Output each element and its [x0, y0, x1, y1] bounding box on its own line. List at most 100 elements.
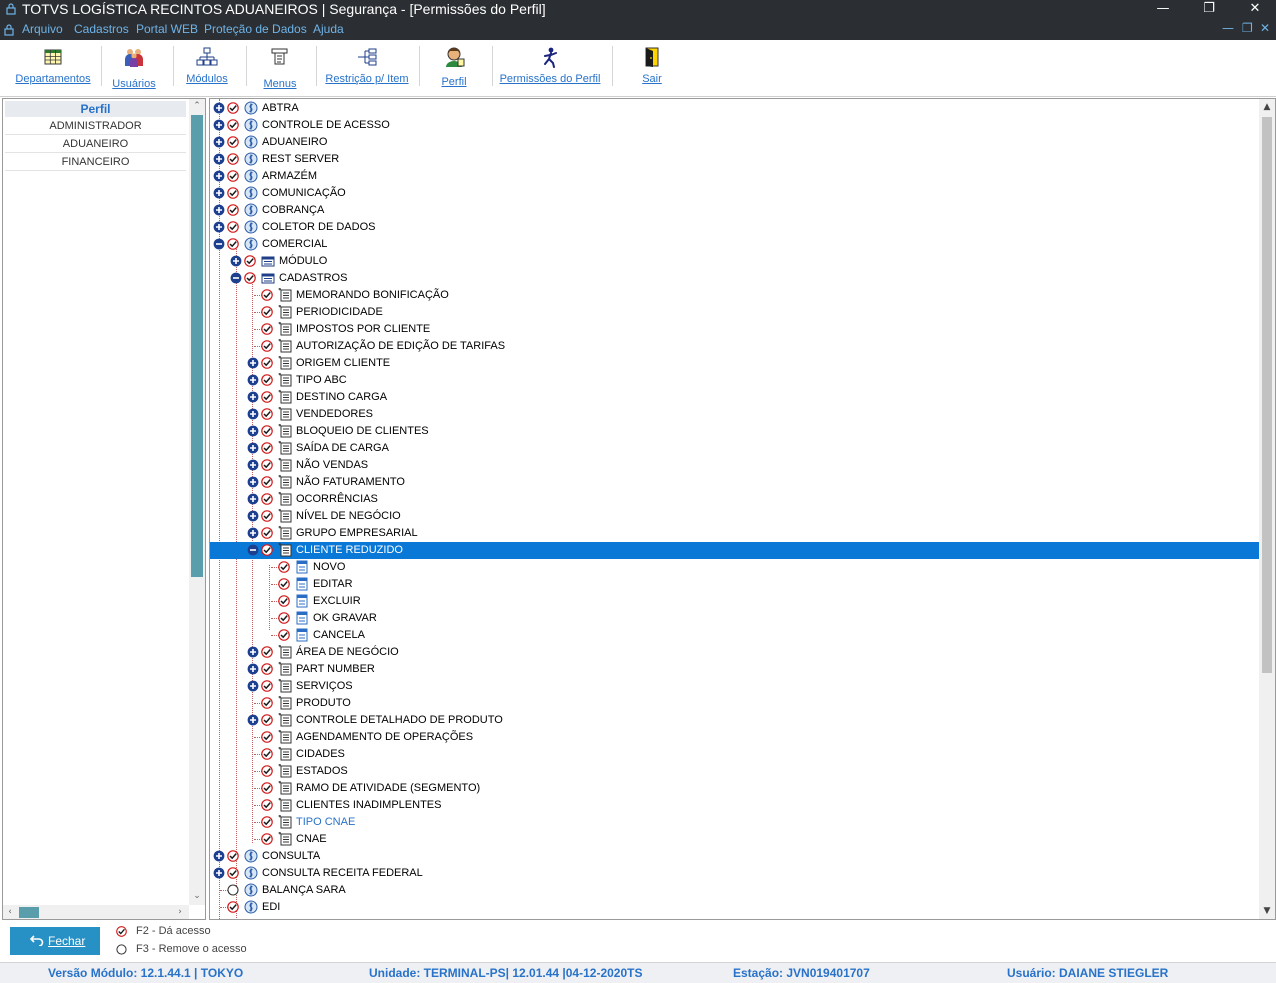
expand-plus-icon[interactable]	[213, 187, 225, 199]
expand-plus-icon[interactable]	[247, 527, 259, 539]
profile-list-vertical-scrollbar[interactable]: ⌃ ⌄	[189, 99, 205, 905]
tree-node-cliente-reduzido[interactable]: CLIENTE REDUZIDO	[210, 542, 1260, 559]
tree-node-rest-server[interactable]: REST SERVER	[210, 151, 1260, 168]
tree-node-modulo[interactable]: MÓDULO	[210, 253, 1260, 270]
check-granted-icon[interactable]	[227, 221, 239, 233]
expand-plus-icon[interactable]	[247, 714, 259, 726]
check-granted-icon[interactable]	[227, 102, 239, 114]
check-granted-icon[interactable]	[261, 680, 273, 692]
check-granted-icon[interactable]	[244, 255, 256, 267]
check-granted-icon[interactable]	[261, 442, 273, 454]
expand-plus-icon[interactable]	[247, 442, 259, 454]
tree-node-controle-detalhado-de-produto[interactable]: CONTROLE DETALHADO DE PRODUTO	[210, 712, 1260, 729]
check-granted-icon[interactable]	[227, 153, 239, 165]
tree-node-edi[interactable]: EDI	[210, 899, 1260, 916]
expand-plus-icon[interactable]	[247, 680, 259, 692]
tree-node-cnae[interactable]: CNAE	[210, 831, 1260, 848]
toolbar-usuarios-button[interactable]: Usuários	[104, 44, 164, 92]
mdi-restore-button[interactable]: ❐	[1242, 21, 1253, 35]
check-granted-icon[interactable]	[261, 510, 273, 522]
tree-node-destino-carga[interactable]: DESTINO CARGA	[210, 389, 1260, 406]
expand-plus-icon[interactable]	[213, 867, 225, 879]
expand-plus-icon[interactable]	[247, 459, 259, 471]
check-granted-icon[interactable]	[261, 663, 273, 675]
check-granted-icon[interactable]	[278, 595, 290, 607]
tree-node-comunicacao[interactable]: COMUNICAÇÃO	[210, 185, 1260, 202]
scroll-up-arrow-icon[interactable]: ⌃	[189, 99, 205, 113]
check-granted-icon[interactable]	[261, 731, 273, 743]
menu-cadastros[interactable]: Cadastros	[74, 22, 129, 36]
collapse-minus-icon[interactable]	[247, 544, 259, 556]
toolbar-departamentos-button[interactable]: Departamentos	[8, 44, 98, 92]
collapse-minus-icon[interactable]	[230, 272, 242, 284]
tree-node-autorizacao-de-edicao-de-tarifas[interactable]: AUTORIZAÇÃO DE EDIÇÃO DE TARIFAS	[210, 338, 1260, 355]
tree-node-armazem[interactable]: ARMAZÉM	[210, 168, 1260, 185]
menu-portal-web[interactable]: Portal WEB	[136, 22, 198, 36]
expand-plus-icon[interactable]	[213, 136, 225, 148]
expand-plus-icon[interactable]	[213, 850, 225, 862]
tree-node-aduaneiro[interactable]: ADUANEIRO	[210, 134, 1260, 151]
check-granted-icon[interactable]	[227, 136, 239, 148]
tree-node-coletor-de-dados[interactable]: COLETOR DE DADOS	[210, 219, 1260, 236]
profile-row-administrador[interactable]: ADMINISTRADOR	[5, 118, 186, 135]
tree-node-origem-cliente[interactable]: ORIGEM CLIENTE	[210, 355, 1260, 372]
check-granted-icon[interactable]	[261, 459, 273, 471]
close-button[interactable]: ✕	[1235, 0, 1275, 20]
profile-row-aduaneiro[interactable]: ADUANEIRO	[5, 136, 186, 153]
expand-plus-icon[interactable]	[247, 663, 259, 675]
tree-node-agendamento-de-operacoes[interactable]: AGENDAMENTO DE OPERAÇÕES	[210, 729, 1260, 746]
menu-protecao-de-dados[interactable]: Proteção de Dados	[204, 22, 307, 36]
profile-row-financeiro[interactable]: FINANCEIRO	[5, 154, 186, 171]
tree-node-cadastros[interactable]: CADASTROS	[210, 270, 1260, 287]
tree-node-consulta[interactable]: CONSULTA	[210, 848, 1260, 865]
expand-plus-icon[interactable]	[247, 408, 259, 420]
tree-node-ok-gravar[interactable]: OK GRAVAR	[210, 610, 1260, 627]
expand-plus-icon[interactable]	[247, 357, 259, 369]
collapse-minus-icon[interactable]	[213, 238, 225, 250]
tree-node-periodicidade[interactable]: PERIODICIDADE	[210, 304, 1260, 321]
toolbar-permissoes-button[interactable]: Permissões do Perfil	[498, 44, 602, 92]
profile-list-horizontal-scrollbar[interactable]: ‹ ›	[3, 905, 189, 919]
check-granted-icon[interactable]	[278, 629, 290, 641]
mdi-minimize-button[interactable]: —	[1222, 21, 1234, 35]
check-granted-icon[interactable]	[227, 204, 239, 216]
toolbar-menus-button[interactable]: Menus	[252, 44, 308, 92]
tree-node-ocorrencias[interactable]: OCORRÊNCIAS	[210, 491, 1260, 508]
check-granted-icon[interactable]	[261, 357, 273, 369]
menu-ajuda[interactable]: Ajuda	[313, 22, 344, 36]
expand-plus-icon[interactable]	[247, 493, 259, 505]
expand-plus-icon[interactable]	[213, 119, 225, 131]
check-granted-icon[interactable]	[227, 850, 239, 862]
check-empty-icon[interactable]	[227, 884, 239, 896]
tree-node-bloqueio-de-clientes[interactable]: BLOQUEIO DE CLIENTES	[210, 423, 1260, 440]
tree-node-servicos[interactable]: SERVIÇOS	[210, 678, 1260, 695]
tree-node-novo[interactable]: NOVO	[210, 559, 1260, 576]
scrollbar-thumb[interactable]	[191, 115, 203, 577]
tree-node-cobranca[interactable]: COBRANÇA	[210, 202, 1260, 219]
restore-button[interactable]: ❐	[1189, 0, 1229, 20]
tree-node-excluir[interactable]: EXCLUIR	[210, 593, 1260, 610]
scroll-right-arrow-icon[interactable]: ›	[173, 905, 187, 919]
tree-node-balanca-sara[interactable]: BALANÇA SARA	[210, 882, 1260, 899]
tree-node-comercial[interactable]: COMERCIAL	[210, 236, 1260, 253]
check-granted-icon[interactable]	[261, 408, 273, 420]
expand-plus-icon[interactable]	[213, 170, 225, 182]
toolbar-perfil-button[interactable]: Perfil	[424, 44, 484, 92]
toolbar-modulos-button[interactable]: Módulos	[178, 44, 236, 92]
check-granted-icon[interactable]	[261, 714, 273, 726]
check-granted-icon[interactable]	[261, 493, 273, 505]
tree-node-abtra[interactable]: ABTRA	[210, 100, 1260, 117]
check-granted-icon[interactable]	[261, 782, 273, 794]
expand-plus-icon[interactable]	[247, 425, 259, 437]
check-granted-icon[interactable]	[261, 527, 273, 539]
check-granted-icon[interactable]	[227, 867, 239, 879]
expand-plus-icon[interactable]	[230, 255, 242, 267]
check-granted-icon[interactable]	[261, 476, 273, 488]
check-granted-icon[interactable]	[261, 697, 273, 709]
check-granted-icon[interactable]	[261, 765, 273, 777]
check-granted-icon[interactable]	[261, 391, 273, 403]
check-granted-icon[interactable]	[261, 799, 273, 811]
check-granted-icon[interactable]	[261, 833, 273, 845]
check-granted-icon[interactable]	[227, 119, 239, 131]
check-granted-icon[interactable]	[261, 544, 273, 556]
